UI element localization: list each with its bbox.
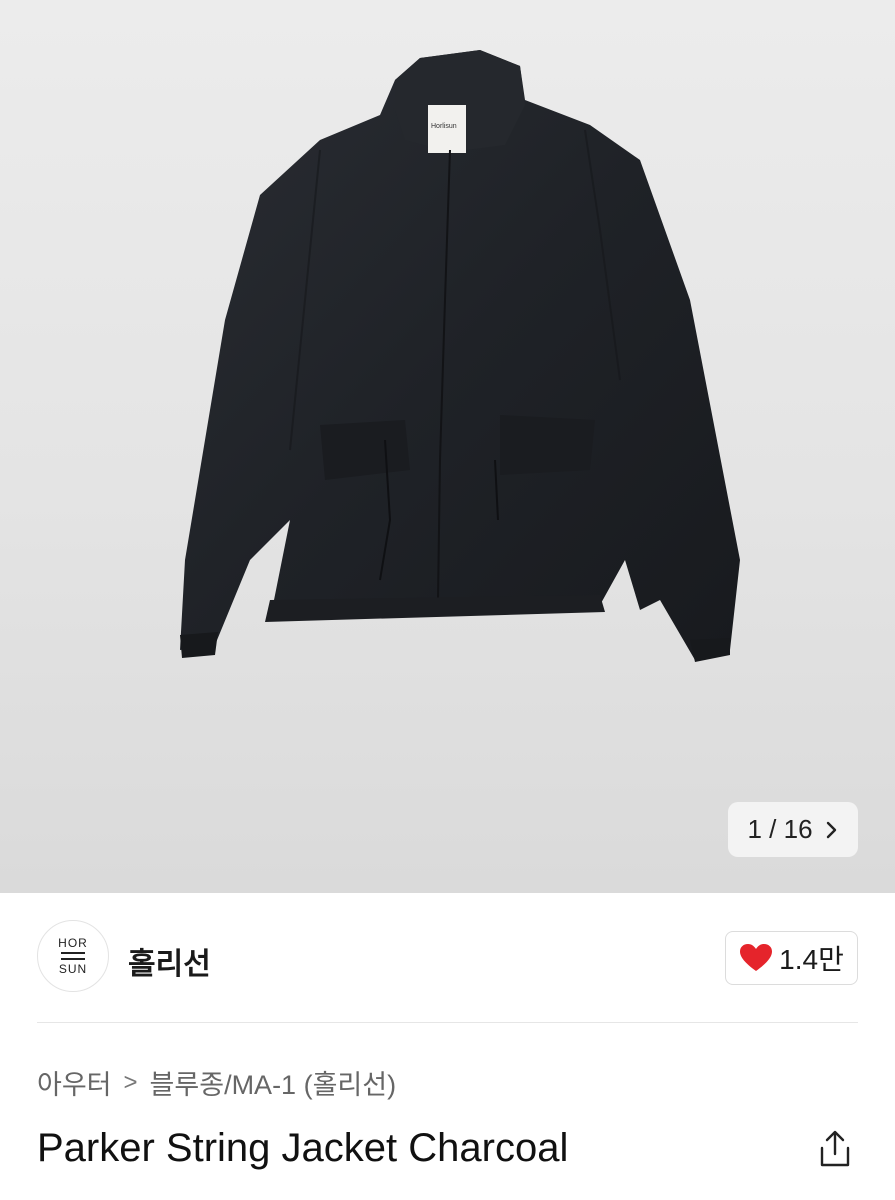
product-image: Horlisun [180, 50, 740, 662]
share-icon[interactable] [818, 1130, 852, 1168]
garment-label-text: Horlisun [431, 123, 457, 130]
chevron-right-icon[interactable] [825, 820, 839, 840]
pager-text: 1 / 16 [747, 814, 812, 845]
heart-icon [740, 944, 773, 971]
product-image-gallery[interactable]: Horlisun 1 / 16 [0, 0, 895, 893]
breadcrumb-separator: > [123, 1068, 138, 1096]
pager-separator: / [769, 814, 777, 844]
pager-total: 16 [783, 814, 813, 844]
product-title: Parker String Jacket Charcoal [37, 1126, 569, 1170]
brand-row: HOR SUN 홀리선 1.4만 [0, 893, 895, 1023]
breadcrumb-category[interactable]: 아우터 [37, 1063, 112, 1102]
pager-current: 1 [747, 814, 762, 844]
like-button[interactable]: 1.4만 [725, 931, 858, 985]
image-pager[interactable]: 1 / 16 [728, 802, 858, 857]
breadcrumb-subcategory[interactable]: 블루종/MA-1 (홀리선) [150, 1063, 397, 1102]
brand-logo-bottom: SUN [58, 962, 88, 976]
divider [37, 1022, 858, 1023]
brand-logo[interactable]: HOR SUN [37, 920, 109, 992]
breadcrumb: 아우터 > 블루종/MA-1 (홀리선) [37, 1063, 396, 1102]
like-count: 1.4만 [779, 944, 844, 975]
brand-logo-divider [61, 958, 85, 960]
brand-logo-top: HOR [58, 936, 88, 950]
brand-name[interactable]: 홀리선 [128, 939, 211, 983]
brand-logo-divider [61, 952, 85, 954]
